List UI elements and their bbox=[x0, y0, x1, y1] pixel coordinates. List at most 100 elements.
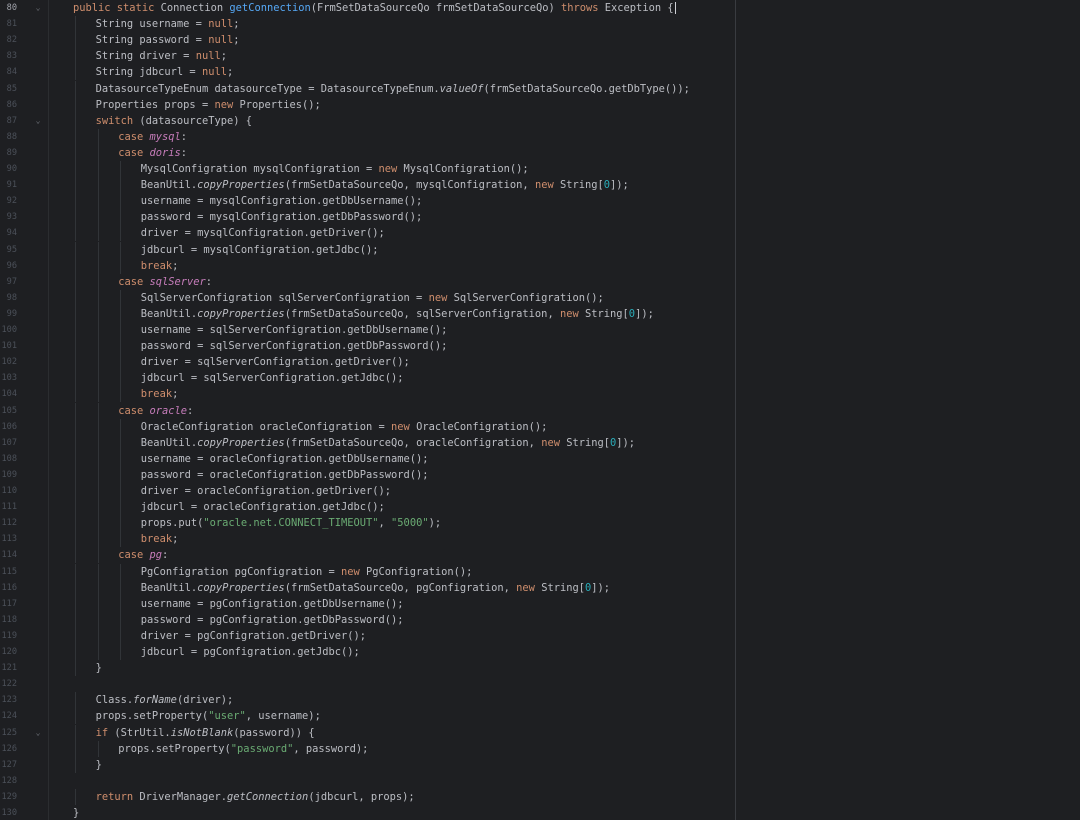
code-line[interactable]: 81 String username = null; bbox=[0, 16, 1080, 33]
fold-chevron-icon[interactable]: ⌄ bbox=[33, 0, 43, 16]
code-line[interactable]: 102 driver = sqlServerConfigration.getDri… bbox=[0, 354, 1080, 371]
code-line[interactable]: 105 case oracle: bbox=[0, 402, 1080, 419]
code-line[interactable]: 96 break; bbox=[0, 257, 1080, 274]
code-line[interactable]: 84 String jdbcurl = null; bbox=[0, 64, 1080, 81]
code-line[interactable]: 100 username = sqlServerConfigration.getD… bbox=[0, 322, 1080, 339]
code-line[interactable]: 112 props.put("oracle.net.CONNECT_TIMEOUT… bbox=[0, 515, 1080, 532]
code-token: (password)) { bbox=[233, 726, 315, 739]
code-line[interactable]: 89 case doris: bbox=[0, 144, 1080, 161]
fold-chevron-icon[interactable]: ⌄ bbox=[33, 725, 43, 741]
code-token: password = oracleConfigration.getDbPassw… bbox=[140, 468, 429, 481]
code-line[interactable]: 117 username = pgConfigration.getDbUserna… bbox=[0, 595, 1080, 612]
code-line[interactable]: 83 String driver = null; bbox=[0, 48, 1080, 65]
code-line[interactable]: 110 driver = oracleConfigration.getDriver… bbox=[0, 483, 1080, 500]
code-line[interactable]: 98 SqlServerConfigration sqlServerConfigr… bbox=[0, 289, 1080, 306]
code-text: case pg: bbox=[118, 547, 168, 563]
code-line[interactable]: 114 case pg: bbox=[0, 547, 1080, 564]
indent-guide bbox=[75, 724, 76, 741]
code-line[interactable]: 103 jdbcurl = sqlServerConfigration.getJd… bbox=[0, 370, 1080, 387]
code-line[interactable]: 86 Properties props = new Properties(); bbox=[0, 96, 1080, 113]
code-line[interactable]: 128 bbox=[0, 773, 1080, 789]
code-token: jdbcurl = mysqlConfigration.getJdbc(); bbox=[140, 243, 379, 256]
code-editor[interactable]: 80 ⌄ public static Connection getConnectio… bbox=[0, 0, 1080, 820]
code-text: } bbox=[96, 757, 102, 773]
code-line[interactable]: 104 break; bbox=[0, 386, 1080, 403]
indent-guide bbox=[97, 193, 99, 210]
code-token: (jdbcurl, props); bbox=[308, 790, 415, 803]
code-text: username = mysqlConfigration.getDbUserna… bbox=[141, 193, 423, 209]
code-line[interactable]: 127} bbox=[0, 756, 1080, 773]
code-token: case bbox=[118, 146, 150, 159]
indent-guide bbox=[97, 144, 99, 161]
indent-guide bbox=[75, 692, 76, 709]
code-line[interactable]: 91 BeanUtil.copyProperties(frmSetDataSour… bbox=[0, 177, 1080, 194]
line-number: 118 bbox=[1, 614, 17, 625]
indent-guide bbox=[75, 788, 76, 805]
code-line[interactable]: 87 ⌄ switch (datasourceType) { bbox=[0, 112, 1080, 129]
code-line[interactable]: 107 BeanUtil.copyProperties(frmSetDataSou… bbox=[0, 434, 1080, 451]
indent-guide bbox=[75, 48, 76, 65]
code-token: break bbox=[140, 388, 173, 401]
indent-guide bbox=[97, 740, 99, 757]
indent-guide bbox=[75, 257, 76, 274]
code-line[interactable]: 119 driver = pgConfigration.getDriver(); bbox=[0, 627, 1080, 644]
code-line[interactable]: 116 BeanUtil.copyProperties(frmSetDataSou… bbox=[0, 579, 1080, 596]
code-line[interactable]: 126 props.setProperty("password", passwor… bbox=[0, 740, 1080, 757]
code-line[interactable]: 92 username = mysqlConfigration.getDbUser… bbox=[0, 193, 1080, 210]
indent-guide bbox=[120, 305, 122, 322]
code-text: OracleConfigration oracleConfigration = … bbox=[141, 419, 548, 435]
code-line[interactable]: 122 bbox=[0, 676, 1080, 692]
code-token: props.setProperty( bbox=[118, 742, 231, 755]
code-line[interactable]: 106 OracleConfigration oracleConfigration… bbox=[0, 418, 1080, 435]
code-token: if bbox=[95, 726, 115, 739]
line-number: 116 bbox=[1, 582, 17, 593]
code-line[interactable]: 113 break; bbox=[0, 531, 1080, 548]
code-line[interactable]: 123 Class.forName(driver); bbox=[0, 692, 1080, 709]
code-line[interactable]: 111 jdbcurl = oracleConfigration.getJdbc(… bbox=[0, 499, 1080, 516]
code-line[interactable]: 130} bbox=[0, 805, 1080, 820]
code-line[interactable]: 125 ⌄ if (StrUtil.isNotBlank(password)) { bbox=[0, 724, 1080, 741]
code-text: MysqlConfigration mysqlConfigration = ne… bbox=[141, 161, 529, 177]
code-line[interactable]: 90 MysqlConfigration mysqlConfigration = … bbox=[0, 161, 1080, 178]
code-line[interactable]: 115 PgConfigration pgConfigration = new P… bbox=[0, 563, 1080, 580]
code-text: BeanUtil.copyProperties(frmSetDataSource… bbox=[141, 580, 610, 596]
line-number: 127 bbox=[1, 759, 17, 770]
code-line[interactable]: 108 username = oracleConfigration.getDbUs… bbox=[0, 450, 1080, 467]
code-line[interactable]: 80 ⌄ public static Connection getConnectio… bbox=[0, 0, 1080, 16]
code-token: (datasourceType) { bbox=[139, 114, 252, 127]
code-line[interactable]: 97 case sqlServer: bbox=[0, 273, 1080, 290]
code-line[interactable]: 93 password = mysqlConfigration.getDbPass… bbox=[0, 209, 1080, 226]
code-token: password = mysqlConfigration.getDbPasswo… bbox=[140, 211, 423, 224]
fold-chevron-icon[interactable]: ⌄ bbox=[33, 113, 43, 129]
code-line[interactable]: 101 password = sqlServerConfigration.getD… bbox=[0, 338, 1080, 355]
code-line[interactable]: 85 DatasourceTypeEnum datasourceType = Da… bbox=[0, 80, 1080, 97]
indent-guide bbox=[97, 450, 99, 467]
line-number: 92 bbox=[6, 196, 17, 207]
code-text: jdbcurl = pgConfigration.getJdbc(); bbox=[141, 644, 360, 660]
code-text: case sqlServer: bbox=[118, 274, 212, 290]
line-number: 90 bbox=[6, 164, 17, 174]
code-line[interactable]: 99 BeanUtil.copyProperties(frmSetDataSour… bbox=[0, 305, 1080, 322]
indent-guide bbox=[97, 209, 99, 226]
code-line[interactable]: 118 password = pgConfigration.getDbPasswo… bbox=[0, 611, 1080, 628]
code-line[interactable]: 82 String password = null; bbox=[0, 32, 1080, 49]
code-text: BeanUtil.copyProperties(frmSetDataSource… bbox=[141, 177, 629, 193]
code-token: case bbox=[118, 549, 150, 562]
code-text: BeanUtil.copyProperties(frmSetDataSource… bbox=[141, 435, 635, 451]
code-line[interactable]: 120 jdbcurl = pgConfigration.getJdbc(); bbox=[0, 644, 1080, 661]
line-number: 106 bbox=[1, 421, 17, 432]
code-token: (frmSetDataSourceQo, mysqlConfigration, bbox=[284, 179, 535, 192]
code-line[interactable]: 129 return DriverManager.getConnection(jd… bbox=[0, 788, 1080, 805]
indent-guide bbox=[75, 16, 76, 33]
indent-guide bbox=[75, 370, 76, 387]
code-line[interactable]: 95 jdbcurl = mysqlConfigration.getJdbc(); bbox=[0, 241, 1080, 258]
code-line[interactable]: 109 password = oracleConfigration.getDbPa… bbox=[0, 466, 1080, 483]
code-line[interactable]: 121} bbox=[0, 660, 1080, 677]
code-token: (FrmSetDataSourceQo frmSetDataSourceQo) bbox=[310, 2, 561, 14]
code-token: getConnection bbox=[226, 790, 309, 803]
line-number: 95 bbox=[6, 244, 17, 255]
code-line[interactable]: 124 props.setProperty("user", username); bbox=[0, 708, 1080, 725]
code-line[interactable]: 88 case mysql: bbox=[0, 128, 1080, 145]
code-text: jdbcurl = sqlServerConfigration.getJdbc(… bbox=[141, 370, 404, 386]
code-line[interactable]: 94 driver = mysqlConfigration.getDriver()… bbox=[0, 225, 1080, 242]
